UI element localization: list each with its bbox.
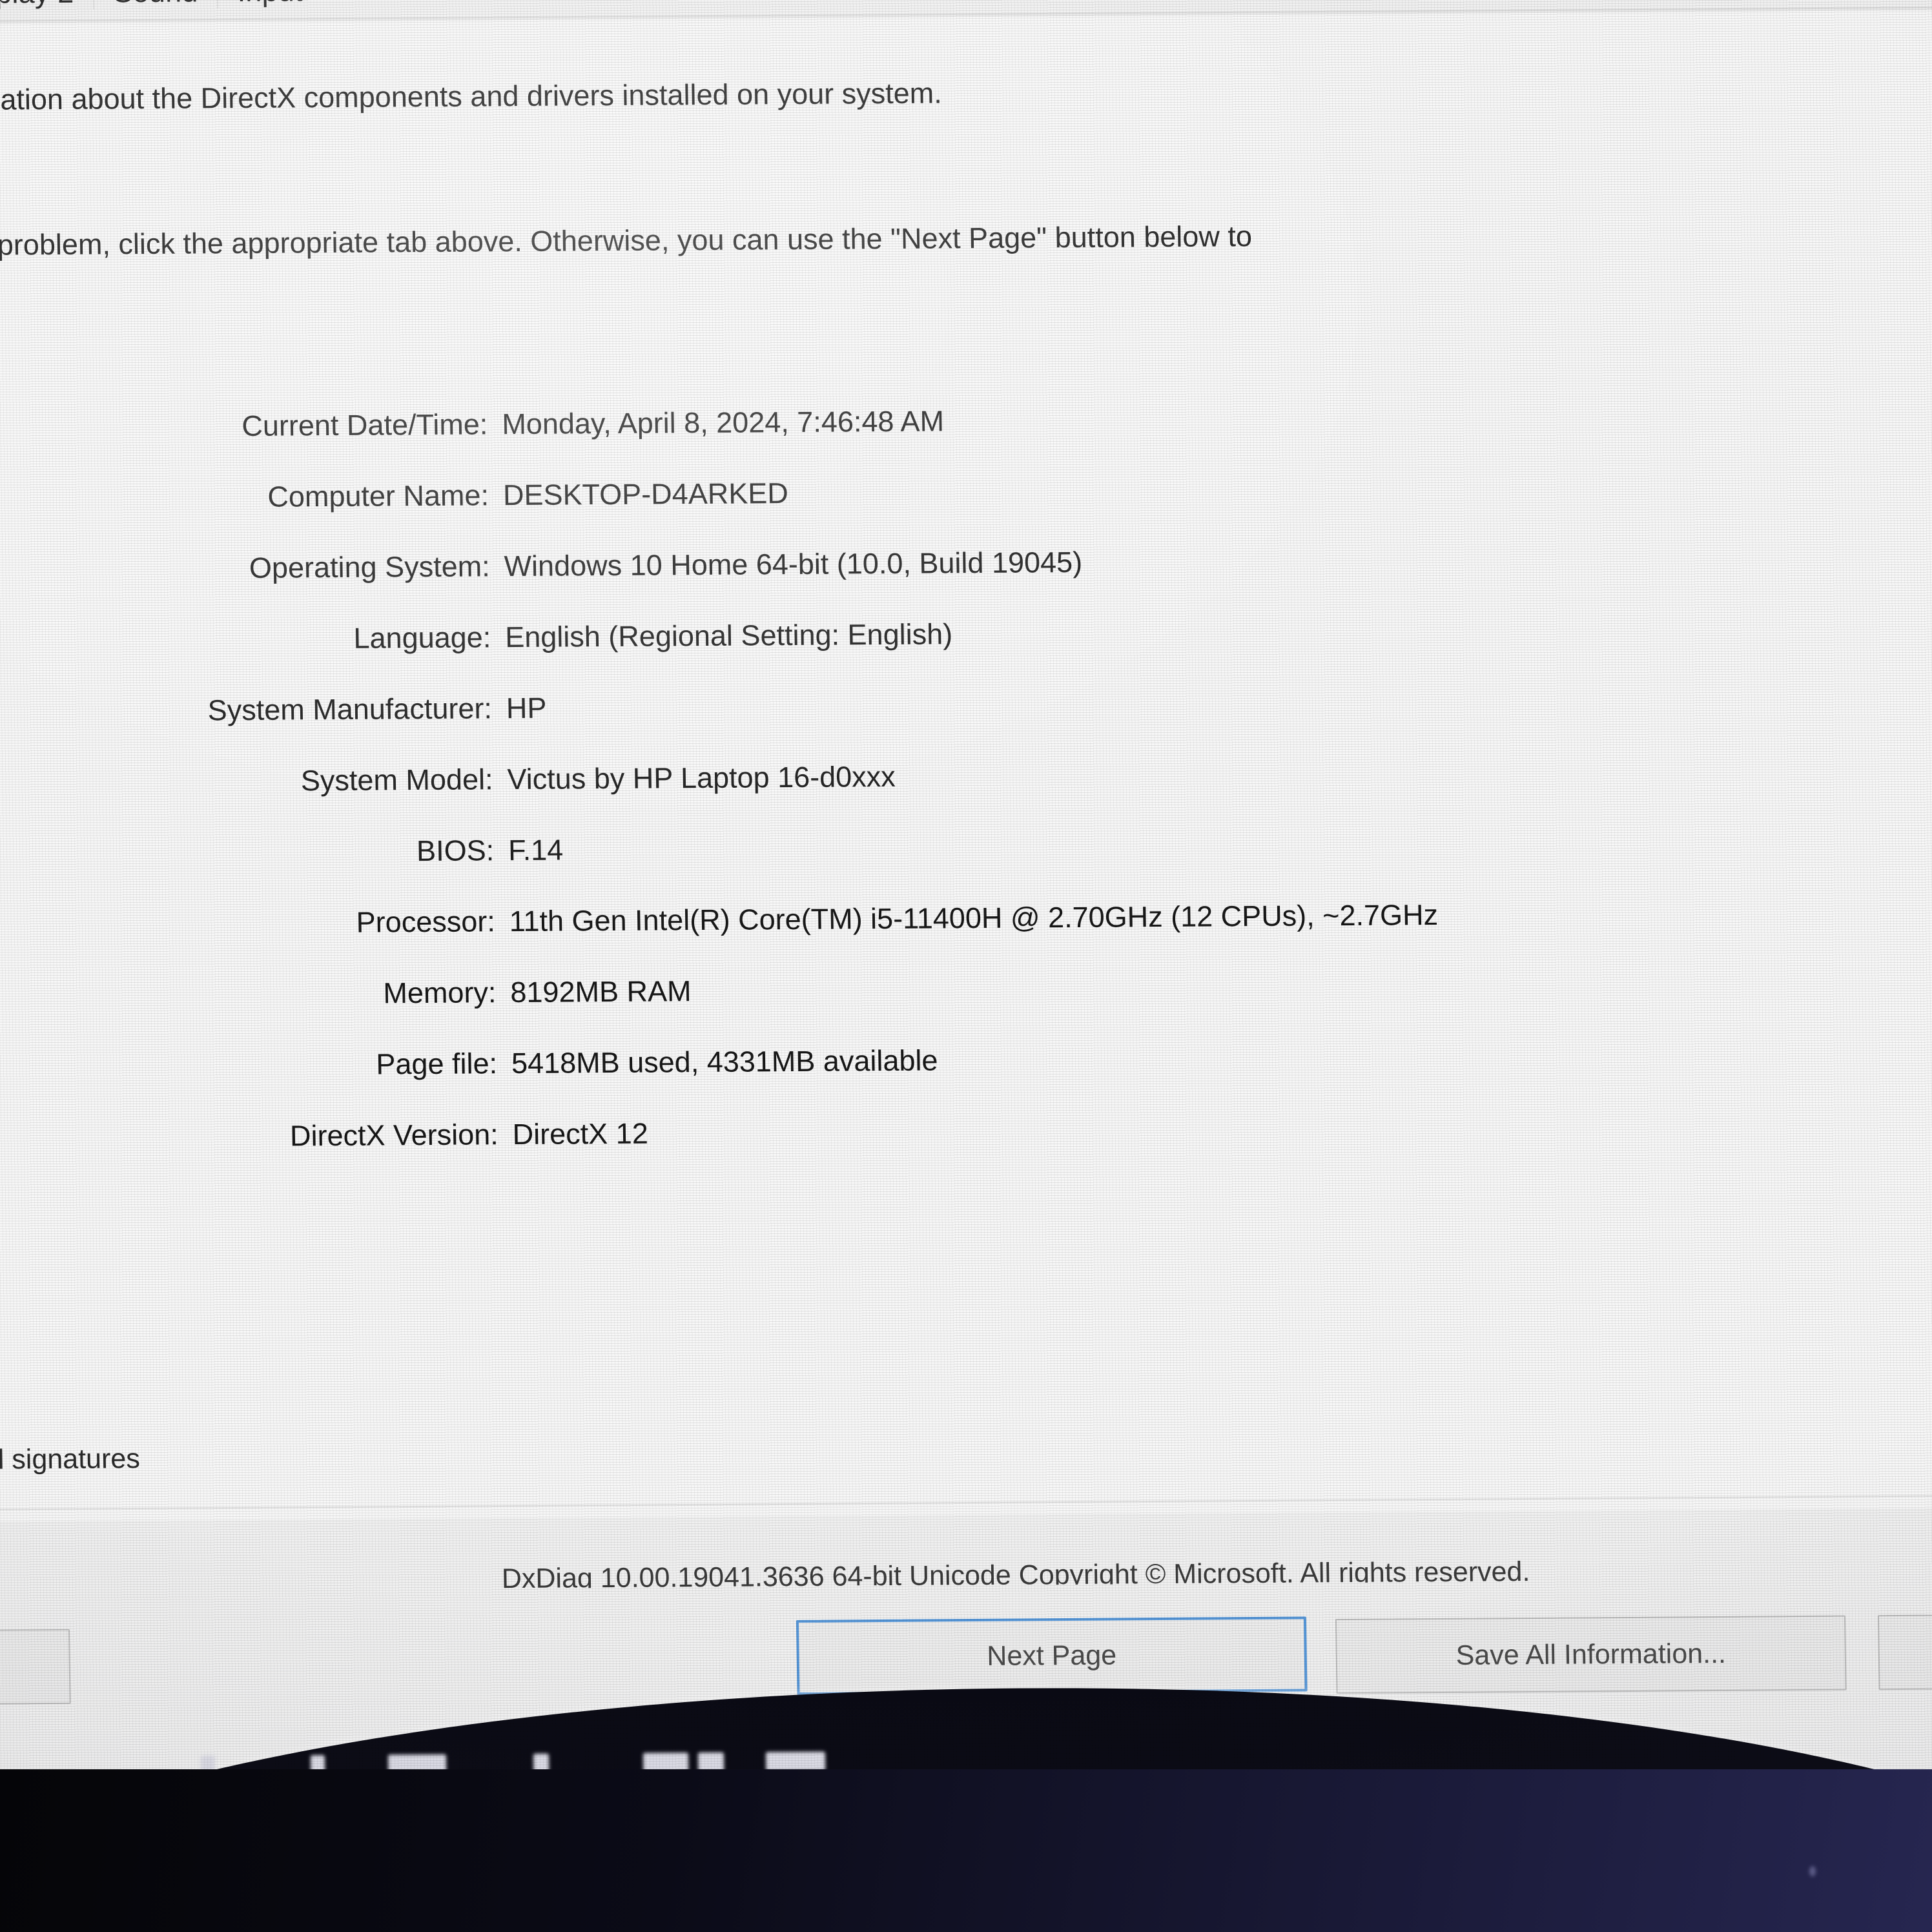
row-label: BIOS: [416, 834, 495, 868]
table-row: DirectX Version: DirectX 12 [0, 1108, 1917, 1193]
row-label: Page file: [376, 1047, 498, 1081]
below-screen-dark-area [0, 1769, 1932, 1932]
system-tab-panel: ed information about the DirectX compone… [0, 9, 1932, 1594]
row-value: Victus by HP Laptop 16-d0xxx [507, 759, 896, 796]
taskbar-icon[interactable] [765, 1751, 826, 1772]
tab-input[interactable]: Input [218, 0, 322, 15]
tab-sound[interactable]: Sound [94, 0, 218, 16]
row-value: Windows 10 Home 64-bit (10.0, Build 1904… [504, 545, 1083, 583]
row-label: Processor: [356, 905, 496, 939]
row-value: English (Regional Setting: English) [504, 617, 953, 654]
table-row: Page file: 5418MB used, 4331MB available [0, 1037, 1915, 1122]
row-label: System Manufacturer: [207, 692, 493, 727]
row-value: 5418MB used, 4331MB available [511, 1043, 938, 1080]
row-value: DirectX 12 [512, 1116, 649, 1151]
help-button[interactable] [0, 1629, 71, 1705]
row-label: DirectX Version: [289, 1118, 499, 1153]
dxdiag-window: splay 2 Sound Input ed information about… [0, 0, 1932, 1776]
tab-display-2[interactable]: splay 2 [0, 0, 94, 17]
table-row: BIOS: F.14 [0, 824, 1912, 909]
next-page-button[interactable]: Next Page [796, 1616, 1308, 1695]
row-value: HP [506, 691, 547, 725]
table-row: Computer Name: DESKTOP-D4ARKED [0, 469, 1907, 553]
row-value: 11th Gen Intel(R) Core(TM) i5-11400H @ 2… [509, 898, 1439, 938]
row-value: DESKTOP-D4ARKED [502, 477, 789, 512]
laptop-screen: splay 2 Sound Input ed information about… [0, 0, 1932, 1805]
row-label: Operating System: [249, 550, 490, 584]
exit-button[interactable] [1877, 1613, 1932, 1690]
row-value: F.14 [508, 833, 564, 867]
row-label: Language: [353, 621, 491, 655]
table-row: System Model: Victus by HP Laptop 16-d0x… [0, 753, 1911, 838]
table-row: Language: English (Regional Setting: Eng… [0, 611, 1909, 695]
intro-text-line-1: ed information about the DirectX compone… [0, 76, 943, 117]
system-information-table: Current Date/Time: Monday, April 8, 2024… [0, 398, 1917, 1193]
table-row: System Manufacturer: HP [0, 682, 1910, 766]
row-label: Current Date/Time: [242, 407, 488, 442]
row-value: 8192MB RAM [510, 974, 692, 1009]
row-value: Monday, April 8, 2024, 7:46:48 AM [501, 404, 945, 441]
row-label: Memory: [382, 976, 497, 1010]
save-all-information-button[interactable]: Save All Information... [1335, 1615, 1847, 1694]
table-row: Current Date/Time: Monday, April 8, 2024… [0, 398, 1906, 482]
row-label: System Model: [300, 763, 493, 797]
table-row: Operating System: Windows 10 Home 64-bit… [0, 540, 1908, 624]
table-row: Memory: 8192MB RAM [0, 966, 1915, 1051]
row-label: Computer Name: [267, 478, 489, 513]
check-digital-signatures-label[interactable]: digital signatures [0, 1443, 140, 1476]
photographed-screen: splay 2 Sound Input ed information about… [0, 0, 1932, 1932]
footer-divider [0, 1494, 1932, 1510]
intro-text-line-2: is causing the problem, click the approp… [0, 220, 1253, 263]
table-row: Processor: 11th Gen Intel(R) Core(TM) i5… [0, 895, 1913, 980]
